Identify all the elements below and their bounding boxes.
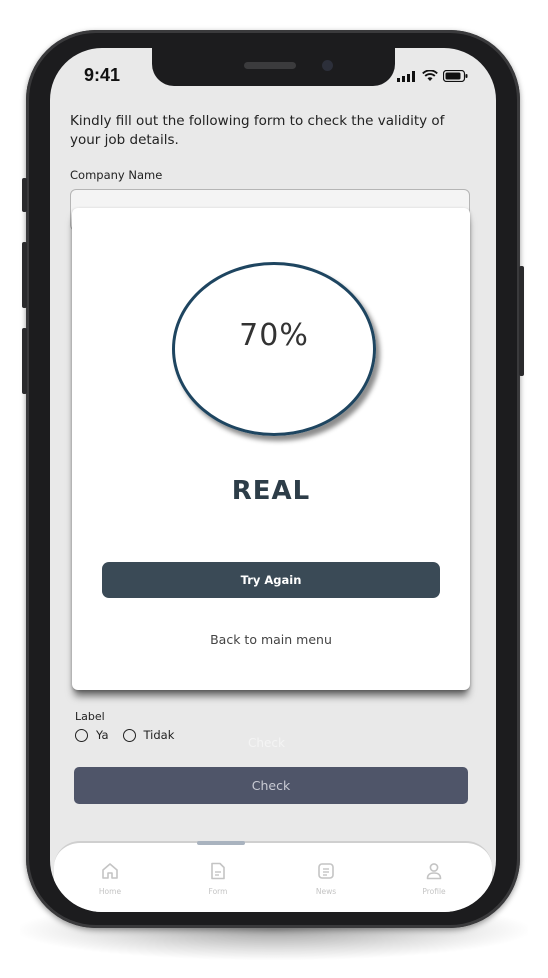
battery-icon <box>443 70 468 82</box>
form-icon <box>211 862 225 880</box>
tab-home-label: Home <box>98 887 122 896</box>
result-modal: 70% REAL Try Again Back to main menu <box>72 208 470 690</box>
volume-up-button <box>22 242 27 308</box>
check-button[interactable]: Check <box>74 767 468 804</box>
profile-icon <box>426 863 442 880</box>
power-button <box>519 266 524 376</box>
notch <box>152 48 395 86</box>
active-tab-indicator <box>197 841 245 845</box>
tab-form[interactable]: Form <box>188 861 248 896</box>
speaker-grille <box>244 62 296 69</box>
status-time: 9:41 <box>84 65 121 85</box>
company-name-label: Company Name <box>70 168 163 182</box>
verdict-text: REAL <box>231 476 311 506</box>
tab-news-label: News <box>315 887 337 896</box>
tab-news[interactable]: News <box>296 861 356 896</box>
ghost-check-text: Check <box>248 736 285 750</box>
wifi-icon <box>422 70 438 81</box>
label-radio-group: Ya Tidak <box>75 728 174 742</box>
home-icon <box>102 863 118 879</box>
front-camera <box>322 60 333 71</box>
radio-tidak-label: Tidak <box>143 728 175 742</box>
news-icon <box>318 863 334 879</box>
back-to-main-menu-link[interactable]: Back to main menu <box>72 632 470 647</box>
mute-switch <box>22 178 27 212</box>
score-percentage: 70% <box>239 318 309 353</box>
tab-profile-label: Profile <box>422 887 446 896</box>
radio-ya-label: Ya <box>96 728 109 742</box>
form-instructions: Kindly fill out the following form to ch… <box>70 113 445 148</box>
status-icons <box>397 70 468 82</box>
signal-icon <box>397 70 415 82</box>
bottom-tab-bar: Home Form News Profile <box>54 841 492 912</box>
radio-tidak[interactable] <box>122 728 136 742</box>
tab-profile[interactable]: Profile <box>404 861 464 896</box>
phone-screen: 9:41 Kindly fill out the following form … <box>50 48 496 912</box>
try-again-button[interactable]: Try Again <box>102 562 440 598</box>
volume-down-button <box>22 328 27 394</box>
tab-home[interactable]: Home <box>80 861 140 896</box>
label-field-label: Label <box>75 710 105 723</box>
tab-form-label: Form <box>208 887 228 896</box>
radio-ya[interactable] <box>75 728 88 742</box>
